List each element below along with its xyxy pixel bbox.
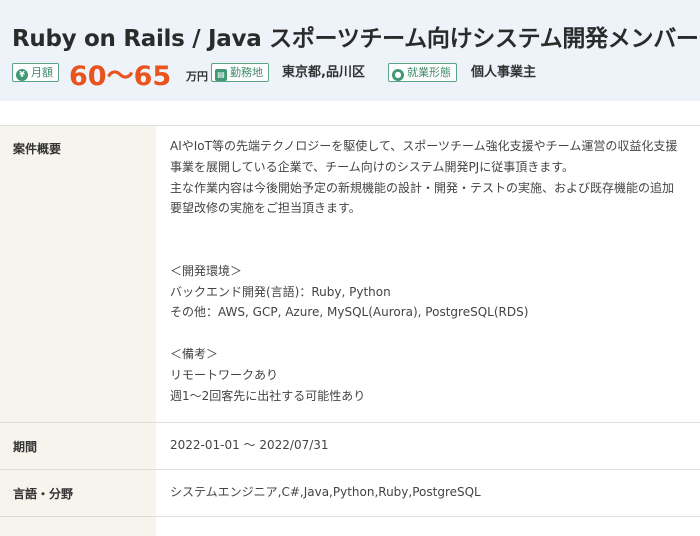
overview-header: 案件概要 xyxy=(0,126,156,422)
monthly-badge: ¥ 月額 xyxy=(12,63,59,82)
overview-line: バックエンド開発(言語)：Ruby, Python xyxy=(170,284,391,299)
job-meta: ¥ 月額 60〜65 万円 ▤ 勤務地 東京都,品川区 ● 就業形態 個人事業主 xyxy=(12,60,692,92)
monthly-label: 月額 xyxy=(31,66,53,79)
location-label: 勤務地 xyxy=(230,66,263,79)
building-icon: ▤ xyxy=(215,69,227,81)
next-header xyxy=(0,517,156,536)
yen-icon: ¥ xyxy=(16,69,28,81)
overview-line: その他：AWS, GCP, Azure, MySQL(Aurora), Post… xyxy=(170,305,529,320)
overview-line: リモートワークあり xyxy=(170,367,279,382)
overview-line: 主な作業内容は今後開始予定の新規機能の設計・開発・テストの実施、および既存機能の… xyxy=(170,180,675,195)
employment-label: 就業形態 xyxy=(407,66,451,79)
location-value: 東京都,品川区 xyxy=(282,65,365,80)
skills-value: システムエンジニア,C#,Java,Python,Ruby,PostgreSQL xyxy=(170,485,481,499)
period-value: 2022-01-01 〜 2022/07/31 xyxy=(170,438,329,452)
overview-label: 案件概要 xyxy=(13,142,62,156)
person-icon: ● xyxy=(392,69,404,81)
period-row: 期間 2022-01-01 〜 2022/07/31 xyxy=(0,422,700,469)
next-row xyxy=(0,516,700,536)
job-header: Ruby on Rails / Java スポーツチーム向けシステム開発メンバー… xyxy=(0,0,700,101)
period-header: 期間 xyxy=(0,423,156,469)
skills-header: 言語・分野 xyxy=(0,470,156,516)
employment-value: 個人事業主 xyxy=(471,65,537,80)
overview-line: 週1〜2回客先に出社する可能性あり xyxy=(170,388,366,403)
job-title: Ruby on Rails / Java スポーツチーム向けシステム開発メンバー xyxy=(12,26,699,52)
period-label: 期間 xyxy=(13,440,38,454)
overview-line xyxy=(170,323,690,344)
overview-row: 案件概要 AIやIoT等の先端テクノロジーを駆使して、スポーツチーム強化支援やチ… xyxy=(0,125,700,422)
overview-line: ＜開発環境＞ xyxy=(170,263,243,278)
overview-line: AIやIoT等の先端テクノロジーを駆使して、スポーツチーム強化支援やチーム運営の… xyxy=(170,139,678,153)
overview-line: ＜備考＞ xyxy=(170,346,219,361)
overview-line xyxy=(170,240,690,261)
overview-line xyxy=(170,219,690,240)
overview-line: 事業を展開している企業で、チーム向けのシステム開発PJに従事頂きます。 xyxy=(170,159,575,174)
overview-line: 要望改修の実施をご担当頂きます。 xyxy=(170,201,361,216)
price-value: 60〜65 xyxy=(69,61,172,92)
employment-badge: ● 就業形態 xyxy=(388,63,457,82)
skills-label: 言語・分野 xyxy=(13,487,74,501)
skills-row: 言語・分野 システムエンジニア,C#,Java,Python,Ruby,Post… xyxy=(0,469,700,516)
location-badge: ▤ 勤務地 xyxy=(211,63,269,82)
price-unit: 万円 xyxy=(186,70,208,83)
overview-text: AIやIoT等の先端テクノロジーを駆使して、スポーツチーム強化支援やチーム運営の… xyxy=(170,136,690,406)
details-table: 案件概要 AIやIoT等の先端テクノロジーを駆使して、スポーツチーム強化支援やチ… xyxy=(0,125,700,536)
